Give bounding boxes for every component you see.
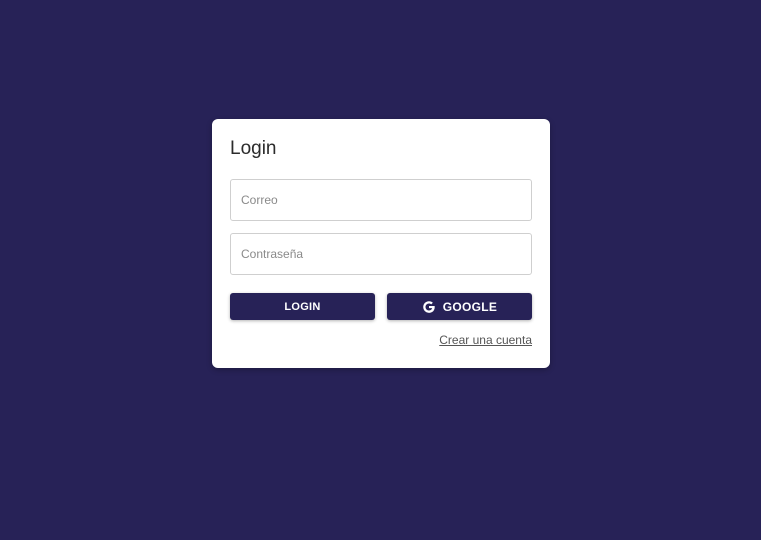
create-account-link[interactable]: Crear una cuenta <box>439 333 532 347</box>
login-button-label: LOGIN <box>284 300 321 313</box>
google-g-icon <box>422 300 436 314</box>
password-field[interactable] <box>231 234 531 274</box>
login-title: Login <box>230 138 277 159</box>
google-button-label: GOOGLE <box>442 299 498 314</box>
email-field[interactable] <box>231 180 531 220</box>
login-card: Login LOGIN GOOGLE Crear una cuenta <box>212 119 550 368</box>
email-field-container <box>230 179 532 221</box>
login-button[interactable]: LOGIN <box>230 293 375 320</box>
google-login-button[interactable]: GOOGLE <box>387 293 532 320</box>
password-field-container <box>230 233 532 275</box>
